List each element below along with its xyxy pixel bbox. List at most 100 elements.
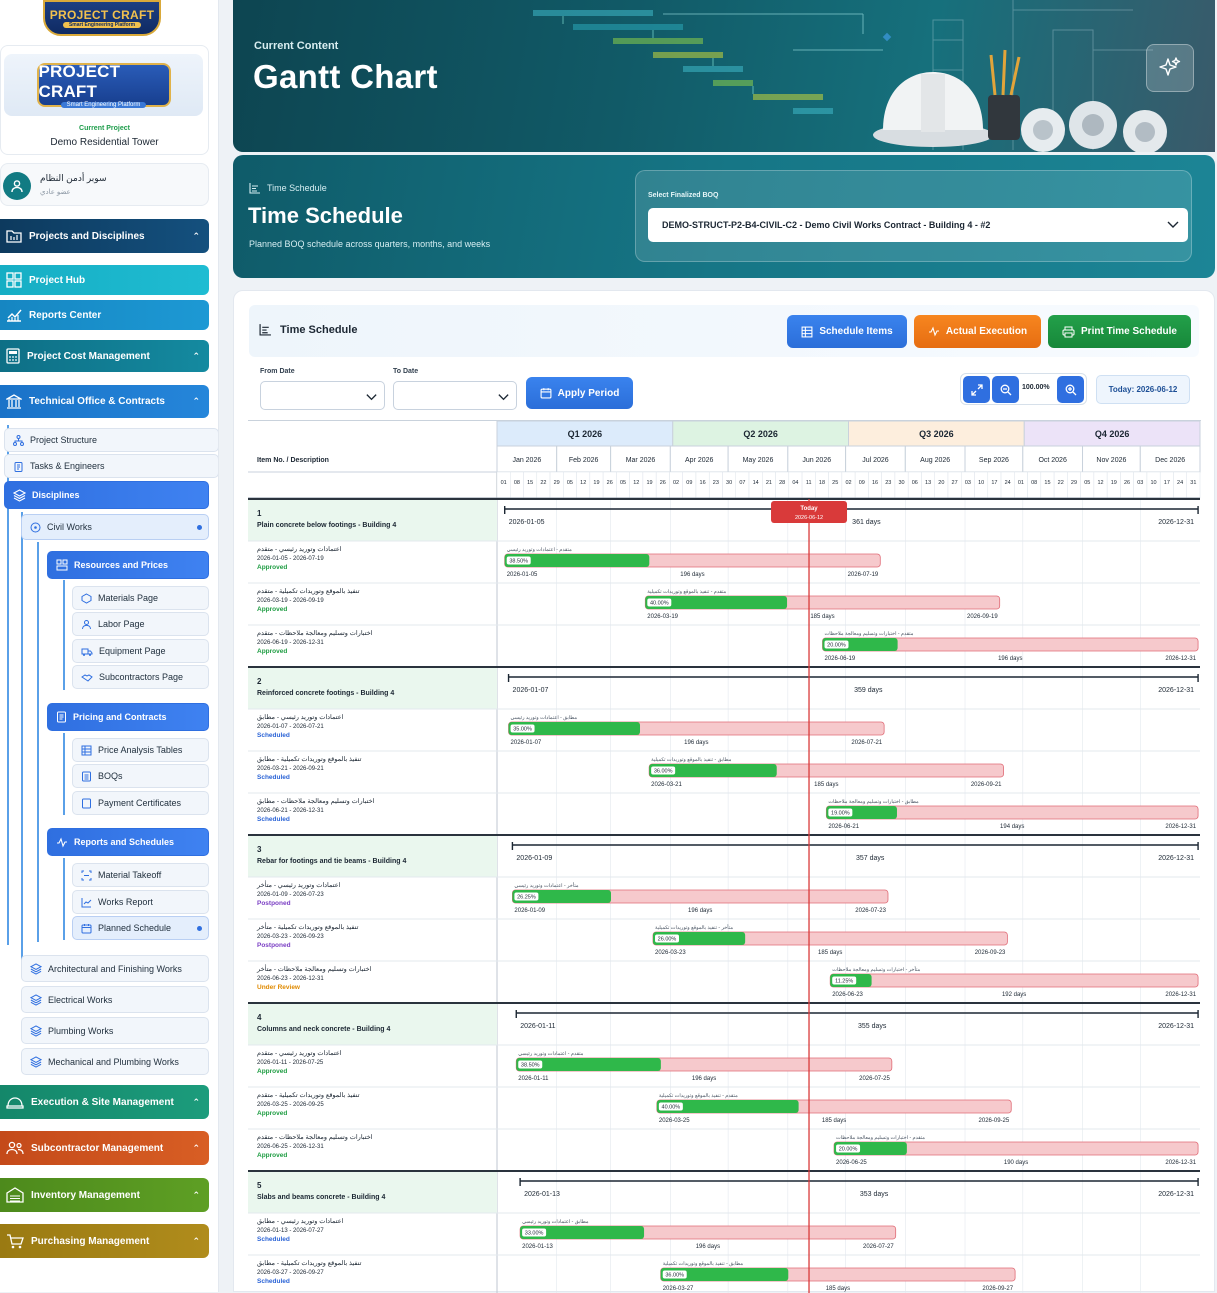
task-end-label: 2026-09-21 xyxy=(971,782,1002,788)
sidebar-item-boqs[interactable]: BOQs xyxy=(72,764,209,788)
nav-label: Project Cost Management xyxy=(27,350,150,362)
summary-days-label: 359 days xyxy=(854,687,883,694)
sidebar-item-subcontractors-page[interactable]: Subcontractors Page xyxy=(72,665,209,689)
nav-inventory[interactable]: Inventory Management ⌃ xyxy=(0,1178,209,1212)
quarter-label: Q4 2026 xyxy=(1095,429,1130,439)
bar-caption: مطابق - تنفيذ بالموقع وتوريدات تكميلية xyxy=(663,1261,744,1267)
sidebar-item-materials-page[interactable]: Materials Page xyxy=(72,586,209,610)
nav-purchasing[interactable]: Purchasing Management ⌃ xyxy=(0,1224,209,1258)
task-days-label: 192 days xyxy=(1002,992,1026,998)
sidebar-item-resources-prices[interactable]: Resources and Prices xyxy=(47,551,209,579)
item-title: Plain concrete below footings - Building… xyxy=(257,522,396,529)
task-days-label: 185 days xyxy=(810,614,834,620)
quarter-label: Q1 2026 xyxy=(568,429,603,439)
item-title: Rebar for footings and tie beams - Build… xyxy=(257,858,406,865)
task-start-label: 2026-06-21 xyxy=(828,824,859,830)
print-schedule-button[interactable]: Print Time Schedule xyxy=(1048,315,1191,348)
item-title: Slabs and beams concrete - Building 4 xyxy=(257,1194,385,1201)
schedule-items-button[interactable]: Schedule Items xyxy=(787,315,907,348)
expand-icon[interactable] xyxy=(963,376,990,403)
task-dates: 2026-06-21 - 2026-12-31 xyxy=(257,808,324,814)
task-days-label: 196 days xyxy=(684,740,708,746)
nav-subcontractor-mgmt[interactable]: Subcontractor Management ⌃ xyxy=(0,1131,209,1165)
task-status: Approved xyxy=(257,1068,287,1075)
task-start-label: 2026-03-27 xyxy=(663,1286,694,1292)
chevron-up-icon: ⌃ xyxy=(192,396,200,406)
week-label: 18 xyxy=(819,480,825,486)
week-label: 29 xyxy=(1071,480,1077,486)
sidebar-item-electrical[interactable]: Electrical Works xyxy=(21,986,209,1013)
bar-caption: متقدم - اعتمادات وتوريد رئيسي xyxy=(518,1051,583,1057)
to-date-input[interactable] xyxy=(393,381,517,410)
sidebar-item-works-report[interactable]: Works Report xyxy=(72,890,209,914)
sidebar-item-price-analysis[interactable]: Price Analysis Tables xyxy=(72,738,209,762)
sidebar-item-labor-page[interactable]: Labor Page xyxy=(72,612,209,636)
handshake-icon xyxy=(81,673,93,682)
sidebar-item-mechanical-plumbing[interactable]: Mechanical and Plumbing Works xyxy=(21,1048,209,1075)
table-icon xyxy=(801,326,813,337)
week-label: 14 xyxy=(753,480,759,486)
sidebar-item-equipment-page[interactable]: Equipment Page xyxy=(72,639,209,663)
week-label: 19 xyxy=(593,480,599,486)
month-label: Feb 2026 xyxy=(569,457,599,464)
sidebar-item-planned-schedule[interactable]: Planned Schedule xyxy=(72,916,209,940)
sidebar-item-material-takeoff[interactable]: Material Takeoff xyxy=(72,863,209,887)
task-name: تنفيذ بالموقع وتوريدات تكميلية - متأخر xyxy=(256,920,359,931)
task-dates: 2026-03-23 - 2026-09-23 xyxy=(257,934,324,940)
sidebar-item-arch-finishing[interactable]: Architectural and Finishing Works xyxy=(21,955,209,982)
sidebar-item-payment-certificates[interactable]: Payment Certificates xyxy=(72,791,209,815)
nav-projects-disciplines[interactable]: Projects and Disciplines ⌃ xyxy=(0,219,209,253)
nav-reports-center[interactable]: Reports Center xyxy=(0,300,209,330)
activity-icon xyxy=(57,836,67,848)
task-dates: 2026-03-27 - 2026-09-27 xyxy=(257,1270,324,1276)
task-name: اعتمادات وتوريد رئيسي - متقدم xyxy=(257,545,342,553)
week-label: 27 xyxy=(952,480,958,486)
bar-caption: متقدم - اختبارات وتسليم ومعالجة ملاحظات xyxy=(824,631,913,637)
item-title: Reinforced concrete footings - Building … xyxy=(257,690,394,697)
sidebar-item-plumbing[interactable]: Plumbing Works xyxy=(21,1017,209,1044)
sparkles-icon[interactable] xyxy=(1146,44,1194,92)
user-card[interactable]: سوبر أدمن النظام عضو عادي xyxy=(0,163,209,206)
btn-label: Actual Execution xyxy=(945,326,1028,337)
zoom-in-icon[interactable] xyxy=(1057,376,1084,403)
zoom-controls: 100.00% xyxy=(960,373,1087,405)
summary-end-label: 2026-12-31 xyxy=(1158,687,1194,694)
sidebar-item-label: Tasks & Engineers xyxy=(30,461,105,471)
brand-logo-top[interactable]: PROJECT CRAFT Smart Engineering Platform xyxy=(43,0,161,36)
apply-period-button[interactable]: Apply Period xyxy=(526,377,633,409)
nav-project-cost[interactable]: Project Cost Management ⌃ xyxy=(0,340,209,372)
sidebar-item-project-structure[interactable]: Project Structure xyxy=(4,428,218,452)
item-header-bg xyxy=(248,500,497,541)
zoom-out-icon[interactable] xyxy=(992,376,1019,403)
week-label: 17 xyxy=(991,480,997,486)
task-status: Scheduled xyxy=(257,1278,290,1285)
sidebar-item-civil-works[interactable]: Civil Works xyxy=(21,514,209,540)
zoom-level: 100.00% xyxy=(1022,384,1050,391)
table-icon xyxy=(81,745,92,755)
sidebar-item-reports-schedules[interactable]: Reports and Schedules xyxy=(47,828,209,856)
week-label: 05 xyxy=(567,480,573,486)
week-label: 30 xyxy=(726,480,732,486)
task-name: تنفيذ بالموقع وتوريدات تكميلية - مطابق xyxy=(257,755,362,763)
nav-tech-office[interactable]: Technical Office & Contracts ⌃ xyxy=(0,385,209,418)
task-end-label: 2026-12-31 xyxy=(1165,992,1196,998)
from-date-input[interactable] xyxy=(260,381,385,410)
from-date-label: From Date xyxy=(260,368,295,375)
week-label: 26 xyxy=(660,480,666,486)
nav-execution-site[interactable]: Execution & Site Management ⌃ xyxy=(0,1085,209,1119)
nav-project-hub[interactable]: Project Hub xyxy=(0,265,209,295)
clipboard-icon xyxy=(14,461,23,472)
week-label: 13 xyxy=(925,480,931,486)
task-days-label: 185 days xyxy=(818,950,842,956)
worker-icon xyxy=(82,619,91,629)
sidebar-item-tasks-engineers[interactable]: Tasks & Engineers xyxy=(4,454,218,478)
sidebar-item-pricing-contracts[interactable]: Pricing and Contracts xyxy=(47,703,209,731)
task-status: Postponed xyxy=(257,900,291,907)
nav-label: Projects and Disciplines xyxy=(29,230,145,242)
sidebar-item-disciplines[interactable]: Disciplines xyxy=(4,481,209,509)
actual-execution-button[interactable]: Actual Execution xyxy=(914,315,1041,348)
boq-select[interactable]: DEMO-STRUCT-P2-B4-CIVIL-C2 - Demo Civil … xyxy=(648,208,1188,242)
brand-tagline-top: Smart Engineering Platform xyxy=(62,22,142,28)
scan-icon xyxy=(81,870,92,880)
task-name: اختبارات وتسليم ومعالجة ملاحظات - متأخر xyxy=(256,962,372,973)
